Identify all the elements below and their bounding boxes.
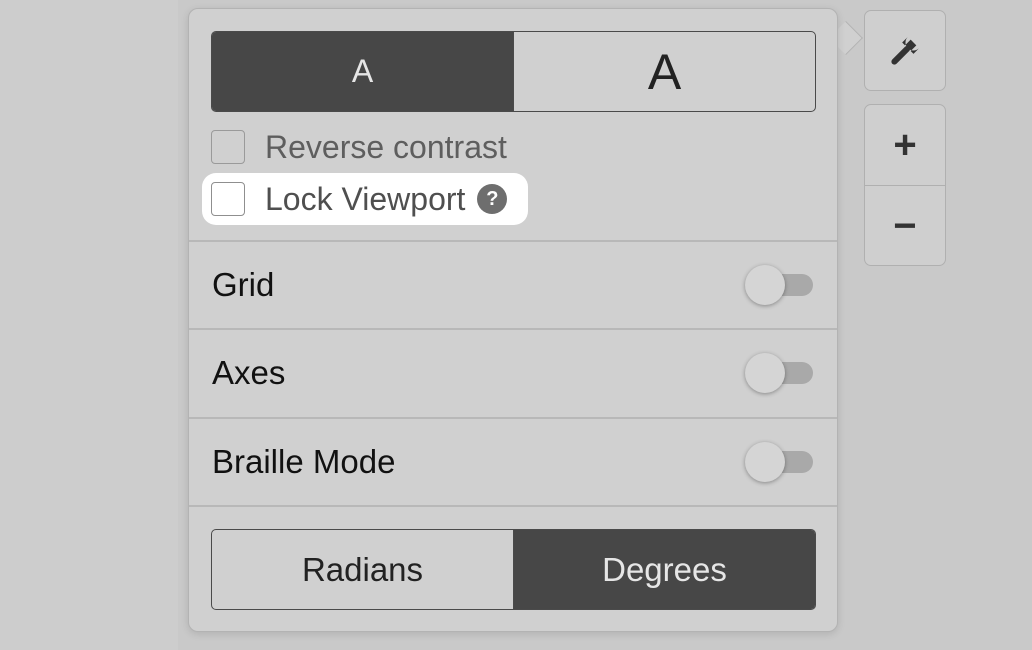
wrench-icon bbox=[891, 36, 920, 65]
zoom-controls: + − bbox=[864, 104, 946, 266]
zoom-out-button[interactable]: − bbox=[865, 185, 945, 265]
graph-settings-button[interactable] bbox=[864, 10, 946, 91]
toggle-knob[interactable] bbox=[745, 353, 785, 393]
braille-mode-toggle-row: Braille Mode bbox=[189, 418, 837, 506]
degrees-button[interactable]: Degrees bbox=[513, 530, 815, 609]
lock-viewport-option[interactable]: Lock Viewport ? bbox=[211, 179, 508, 219]
help-icon[interactable]: ? bbox=[477, 184, 508, 214]
grid-toggle[interactable] bbox=[745, 265, 815, 305]
radians-button[interactable]: Radians bbox=[212, 530, 513, 609]
axes-toggle[interactable] bbox=[745, 353, 815, 393]
axes-toggle-row: Axes bbox=[189, 329, 837, 417]
reverse-contrast-checkbox[interactable] bbox=[211, 130, 245, 164]
lock-viewport-label: Lock Viewport bbox=[265, 180, 466, 217]
braille-mode-toggle[interactable] bbox=[745, 442, 815, 482]
grid-label: Grid bbox=[212, 266, 275, 303]
zoom-in-button[interactable]: + bbox=[865, 105, 945, 185]
reverse-contrast-option[interactable]: Reverse contrast bbox=[211, 127, 507, 167]
axes-label: Axes bbox=[212, 354, 286, 391]
braille-mode-label: Braille Mode bbox=[212, 443, 396, 480]
large-font-button[interactable]: A bbox=[513, 32, 815, 111]
toggle-knob[interactable] bbox=[745, 442, 785, 482]
lock-viewport-checkbox[interactable] bbox=[211, 182, 245, 216]
angle-mode-selector: Radians Degrees bbox=[211, 529, 816, 610]
small-font-button[interactable]: A bbox=[212, 32, 513, 111]
toggle-knob[interactable] bbox=[745, 265, 785, 305]
grid-toggle-row: Grid bbox=[189, 241, 837, 329]
font-size-selector: A A bbox=[211, 31, 816, 112]
divider bbox=[189, 505, 837, 507]
reverse-contrast-label: Reverse contrast bbox=[265, 128, 507, 165]
